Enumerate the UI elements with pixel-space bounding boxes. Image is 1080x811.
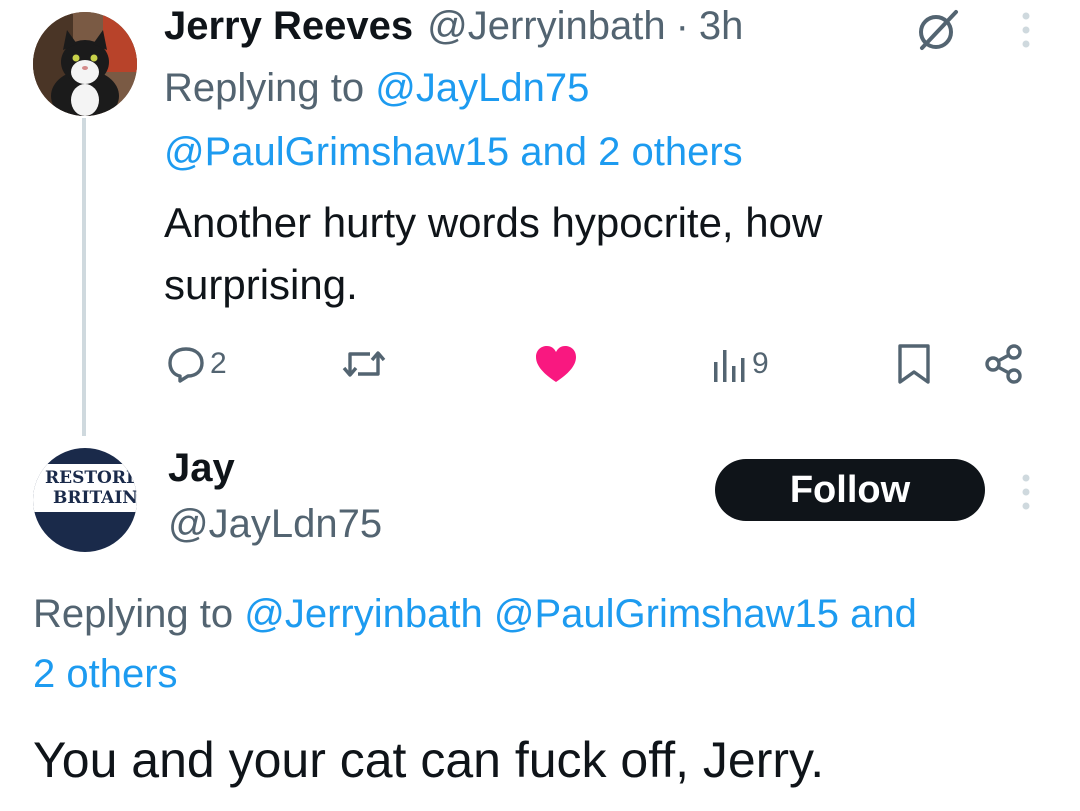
like-button[interactable] bbox=[534, 336, 578, 392]
views-bar-chart-icon bbox=[714, 350, 745, 382]
tweet-text: Another hurty words hypocrite, how surpr… bbox=[164, 199, 823, 308]
reply-count: 2 bbox=[210, 347, 227, 380]
restore-britain-logo: RESTORE BRITAIN bbox=[33, 464, 137, 512]
replying-to-line: Replying to @Jerryinbath @PaulGrimshaw15… bbox=[33, 582, 1080, 646]
separator-dot: · bbox=[675, 3, 689, 48]
share-button[interactable] bbox=[982, 336, 1026, 392]
bookmark-button[interactable] bbox=[894, 336, 934, 392]
mention-links[interactable]: @Jerryinbath @PaulGrimshaw15 and bbox=[244, 592, 917, 636]
user-handle[interactable]: @Jerryinbath bbox=[427, 4, 665, 49]
replying-to-others-link[interactable]: 2 others bbox=[33, 646, 178, 702]
more-vertical-icon[interactable] bbox=[1008, 8, 1044, 52]
replying-to-label: Replying to bbox=[164, 66, 365, 110]
display-name[interactable]: Jerry Reeves bbox=[164, 4, 413, 49]
share-icon bbox=[985, 344, 1022, 384]
views-button[interactable]: 9 bbox=[712, 336, 769, 392]
mention-link[interactable]: @JayLdn75 bbox=[375, 66, 589, 110]
thread-connector-line bbox=[82, 118, 86, 436]
replying-to-line: Replying to @JayLdn75 bbox=[164, 64, 589, 112]
grok-icon[interactable] bbox=[914, 6, 962, 54]
retweet-button[interactable] bbox=[340, 336, 388, 392]
retweet-icon bbox=[342, 351, 386, 377]
tweet-action-bar: 2 9 bbox=[164, 336, 1034, 392]
tweet-header: Jerry Reeves @Jerryinbath · 3h bbox=[164, 2, 844, 50]
display-name[interactable]: Jay bbox=[168, 440, 235, 496]
timestamp[interactable]: 3h bbox=[699, 4, 744, 49]
more-vertical-icon[interactable] bbox=[1008, 470, 1044, 514]
user-handle[interactable]: @JayLdn75 bbox=[168, 498, 382, 550]
avatar[interactable]: RESTORE BRITAIN bbox=[33, 448, 137, 552]
views-count: 9 bbox=[752, 347, 769, 380]
replying-to-others-link[interactable]: @PaulGrimshaw15 and 2 others bbox=[164, 128, 743, 176]
reply-icon bbox=[168, 347, 204, 383]
reply-button[interactable]: 2 bbox=[166, 336, 227, 392]
avatar[interactable] bbox=[33, 12, 137, 116]
heart-filled-icon bbox=[536, 346, 576, 382]
follow-button[interactable]: Follow bbox=[715, 459, 985, 521]
tweet-text: You and your cat can fuck off, Jerry. bbox=[33, 732, 825, 788]
replying-to-label: Replying to bbox=[33, 592, 234, 636]
bookmark-icon bbox=[898, 344, 930, 384]
cat-photo-icon bbox=[33, 12, 137, 116]
